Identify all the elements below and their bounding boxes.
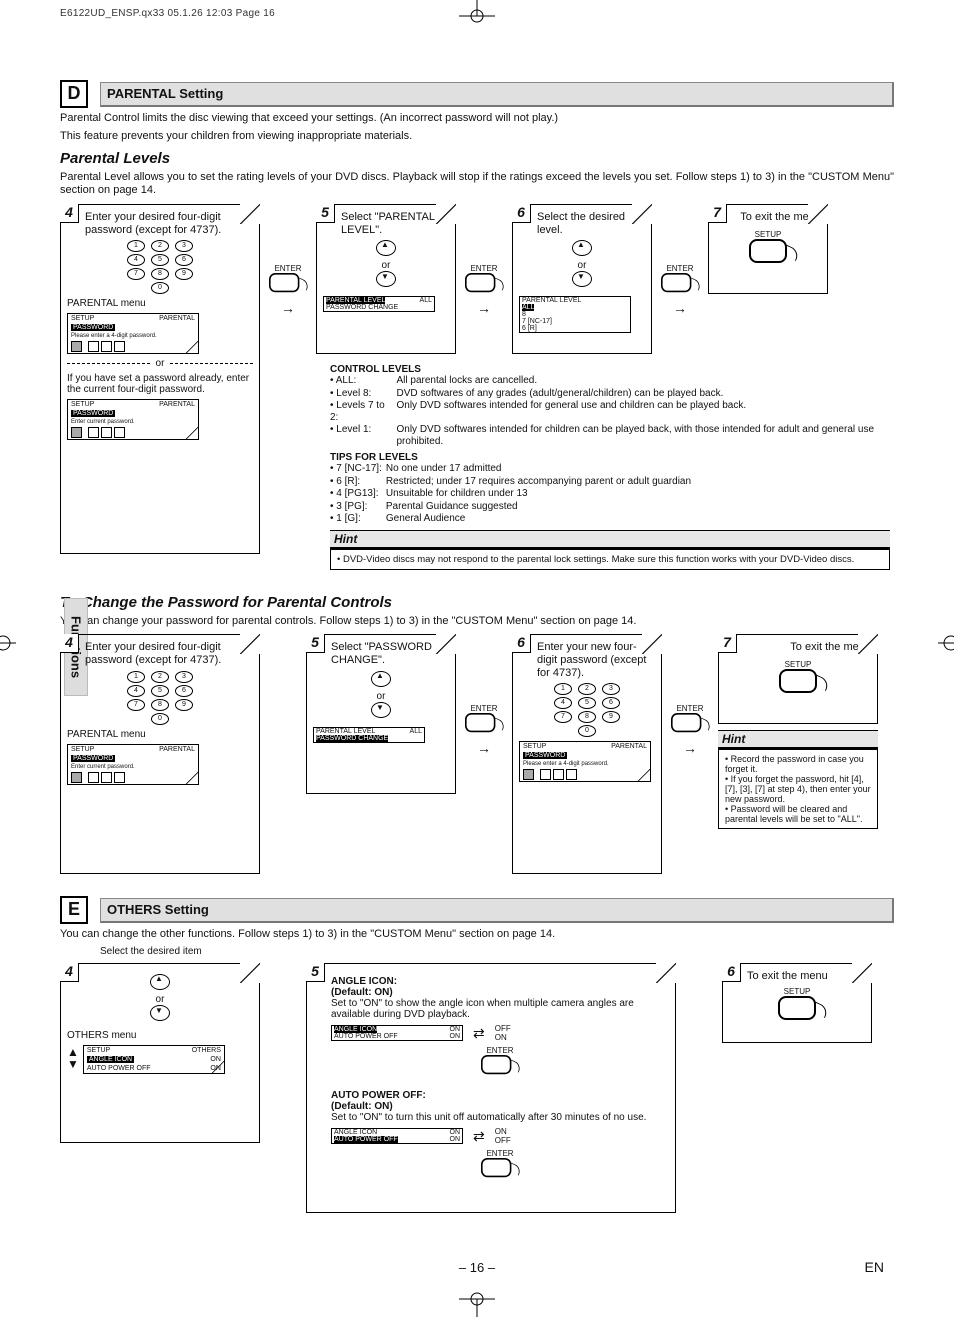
hint-body: • DVD-Video discs may not respond to the… [330,549,890,570]
parental-menu-a: SETUPPARENTAL PASSWORD Please enter a 4-… [67,313,199,354]
enter-button-icon [671,713,701,732]
page-number: – 16 – [459,1260,495,1275]
parental-menu-b: SETUPPARENTAL PASSWORD Enter current pas… [67,399,199,440]
section-title-parental: PARENTAL Setting [100,82,894,107]
setup-button-icon [778,996,816,1020]
enter-label: ENTER [660,264,700,273]
crop-mark-top [447,0,507,24]
already-set-text: If you have set a password already, ente… [67,373,253,395]
setup-label: SETUP [715,230,821,239]
control-levels-heading: CONTROL LEVELS [330,364,890,375]
section-letter-d: D [60,80,88,108]
keypad-icon: 123 456 789 0 [67,671,253,725]
parental-menu-label: PARENTAL menu [67,729,253,740]
step5-options: PARENTAL LEVELALL PASSWORD CHANGE [323,296,435,312]
parental-levels-text: Parental Level allows you to set the rat… [60,171,894,199]
section-letter-e: E [60,896,88,924]
step6-options: PARENTAL LEVEL ALL 8 7 [NC-17] 6 [R] [519,296,631,333]
step-number: 5 [306,963,325,982]
apo-default: (Default: ON) [331,1101,669,1112]
step-number: 6 [722,963,741,982]
pwd-heading: To Change the Password for Parental Cont… [60,594,894,611]
down-arrow-icon [572,271,592,287]
enter-button-icon [481,1158,511,1177]
enter-label: ENTER [331,1046,669,1055]
section-title-others: OTHERS Setting [100,898,894,923]
others-step6-text: To exit the menu [747,970,865,983]
setup-label: SETUP [729,987,865,996]
pwd-step7-text: To exit the menu [743,641,871,654]
enter-label: ENTER [331,1149,669,1158]
down-arrow-icon [371,702,391,718]
enter-label: ENTER [464,704,504,713]
pwd-menu6: SETUPPARENTAL PASSWORD Please enter a 4-… [519,741,651,782]
step-number: 7 [718,634,737,653]
step-number: 7 [708,204,727,223]
step-number: 4 [60,963,79,982]
pwd-step4-text: Enter your desired four-digit password (… [85,641,253,666]
print-header: E6122UD_ENSP.qx33 05.1.26 12:03 Page 16 [60,8,275,19]
step-number: 4 [60,634,79,653]
or-text: or [156,358,165,369]
angle-option-menu: ANGLE ICONON AUTO POWER OFFON [331,1025,463,1041]
crop-mark-bottom [447,1291,507,1317]
pwd-step6-text: Enter your new four-digit password (exce… [537,641,655,679]
pwd-text: You can change your password for parenta… [60,615,894,629]
parental-intro-1: Parental Control limits the disc viewing… [60,112,894,126]
down-arrow-icon [376,271,396,287]
tips-levels-table: • 7 [NC-17]:No one under 17 admitted • 6… [330,463,695,526]
apo-option-menu: ANGLE ICONON AUTO POWER OFFON [331,1128,463,1144]
up-arrow-icon [371,671,391,687]
control-levels-table: • ALL:All parental locks are cancelled. … [330,375,890,448]
apo-text: Set to "ON" to turn this unit off automa… [331,1112,669,1123]
enter-label: ENTER [670,704,710,713]
enter-button-icon [465,273,495,292]
updown-arrows-icon: ▲▼ [67,1046,79,1070]
pwd-step5-text: Select "PASSWORD CHANGE". [331,641,449,666]
step4-text: Enter your desired four-digit password (… [85,211,253,236]
keypad-icon: 123 456 789 0 [67,240,253,294]
parental-intro-2: This feature prevents your children from… [60,130,894,144]
setup-label: SETUP [725,660,871,669]
enter-label: ENTER [268,264,308,273]
enter-button-icon [269,273,299,292]
apo-heading: AUTO POWER OFF: [331,1090,669,1101]
parental-menu-label: PARENTAL menu [67,298,253,309]
others-intro: You can change the other functions. Foll… [60,928,894,942]
crop-mark-left [0,630,16,656]
pwd-hint-body: • Record the password in case you forget… [718,749,878,829]
angle-icon-heading: ANGLE ICON: [331,976,669,987]
parental-levels-heading: Parental Levels [60,150,894,167]
select-desired-item: Select the desired item [100,946,894,957]
step5-text: Select "PARENTAL LEVEL". [341,211,449,236]
down-arrow-icon [150,1005,170,1021]
up-arrow-icon [376,240,396,256]
angle-icon-default: (Default: ON) [331,987,669,998]
enter-button-icon [465,713,495,732]
step-number: 5 [306,634,325,653]
step-number: 6 [512,204,531,223]
up-arrow-icon [150,974,170,990]
step-number: 4 [60,204,79,223]
others-menu-label: OTHERS menu [67,1030,253,1041]
tips-levels-heading: TIPS FOR LEVELS [330,452,890,463]
up-arrow-icon [572,240,592,256]
crop-mark-right [938,630,954,656]
lang-code: EN [865,1259,884,1275]
pwd-menu: SETUPPARENTAL PASSWORD Enter current pas… [67,744,199,785]
pwd-hint-heading: Hint [718,730,878,749]
others-menu: SETUPOTHERS ANGLE ICONON AUTO POWER OFFO… [83,1045,225,1074]
enter-button-icon [481,1055,511,1074]
enter-label: ENTER [464,264,504,273]
step6-text: Select the desired level. [537,211,645,236]
keypad-icon: 123 456 789 0 [519,683,655,737]
step-number: 5 [316,204,335,223]
enter-button-icon [661,273,691,292]
setup-button-icon [749,239,787,263]
hint-heading: Hint [330,530,890,549]
setup-button-icon [779,669,817,693]
pwd-step5-options: PARENTAL LEVELALL PASSWORD CHANGE [313,727,425,743]
angle-icon-text: Set to "ON" to show the angle icon when … [331,998,669,1020]
step-number: 6 [512,634,531,653]
